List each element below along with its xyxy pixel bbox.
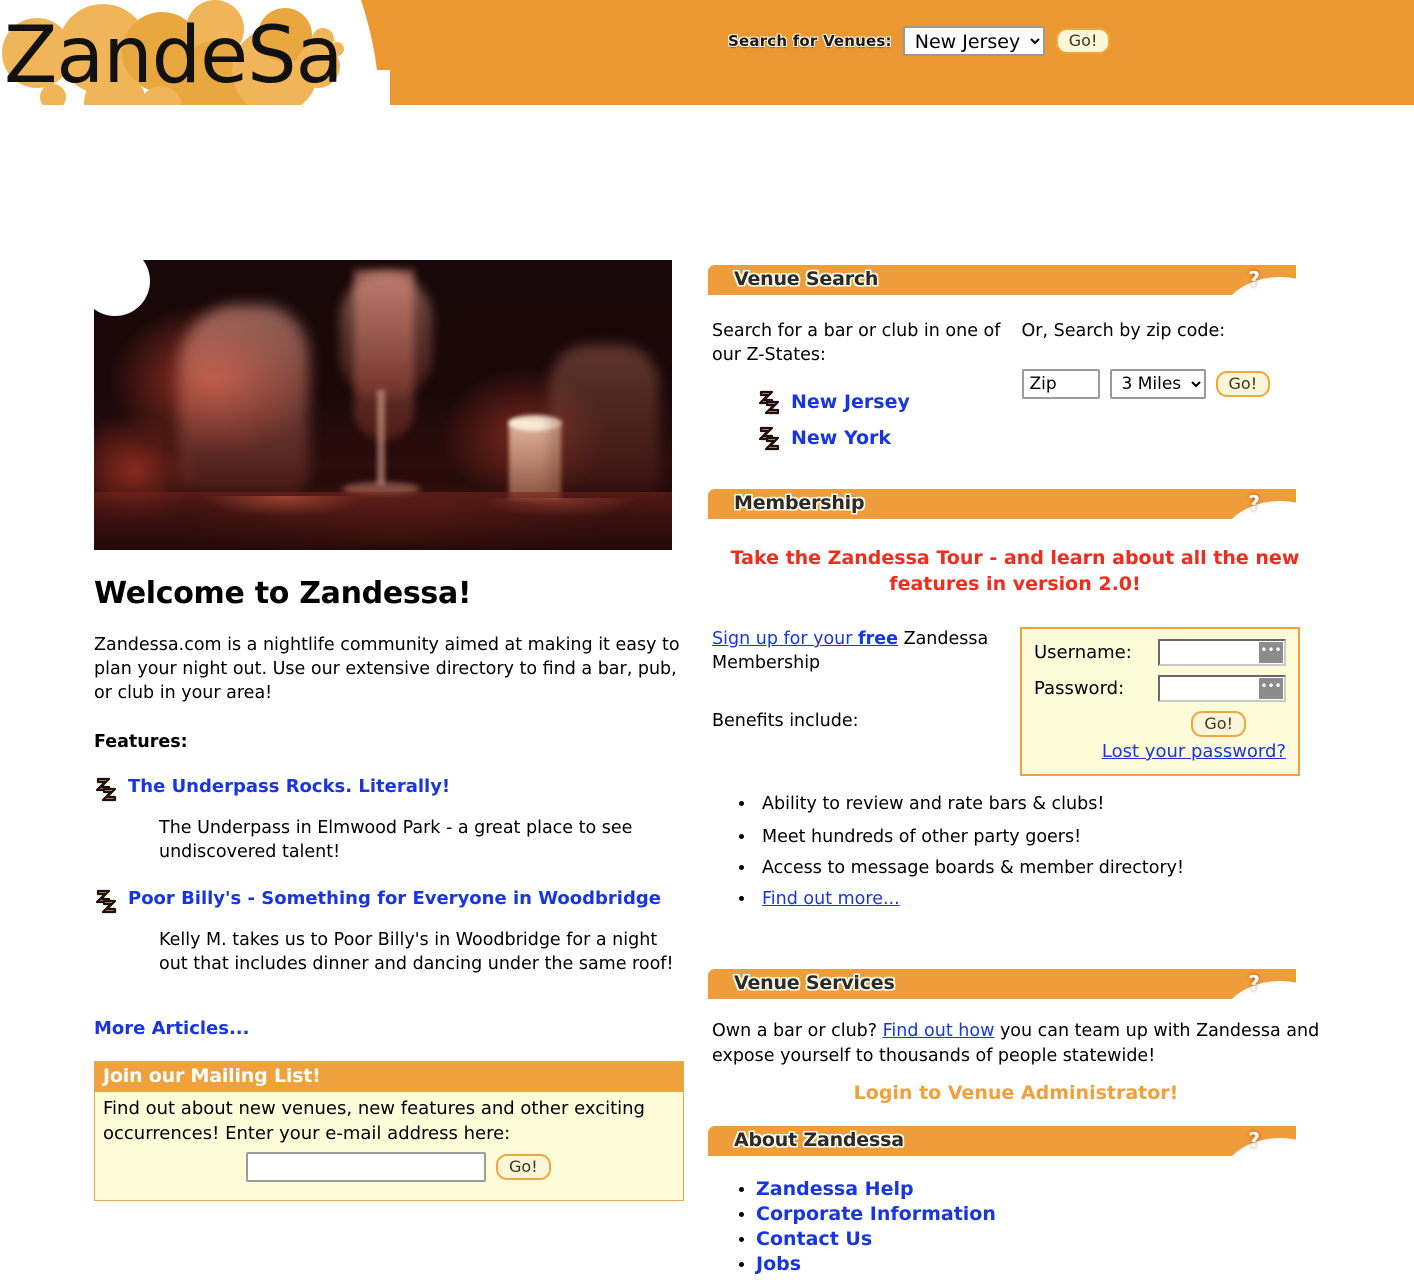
zip-go-button[interactable]: Go! <box>1215 371 1271 397</box>
list-item[interactable]: Find out more... <box>756 887 1320 911</box>
mailing-list-box: Join our Mailing List! Find out about ne… <box>94 1061 684 1201</box>
venue-search-prompt: Search for a bar or club in one of our Z… <box>712 321 1001 365</box>
radius-select[interactable]: 3 Miles <box>1109 369 1206 399</box>
intro-paragraph: Zandessa.com is a nightlife community ai… <box>94 635 680 703</box>
zz-bullet-icon <box>757 389 781 415</box>
header-state-select[interactable]: New Jersey <box>902 26 1045 56</box>
sidebar-column: Venue Search ? Search for a bar or club … <box>708 265 1322 1285</box>
about-link-jobs[interactable]: Jobs <box>756 1253 801 1275</box>
autofill-icon[interactable]: ••• <box>1259 642 1283 663</box>
password-label: Password: <box>1034 678 1125 699</box>
article-title-link[interactable]: The Underpass Rocks. Literally! <box>128 776 450 798</box>
list-item[interactable]: Zandessa Help <box>756 1178 1320 1200</box>
autofill-icon[interactable]: ••• <box>1259 678 1283 699</box>
panel-title: Membership <box>734 492 865 514</box>
list-item: Ability to review and rate bars & clubs! <box>756 792 1320 816</box>
state-link-new-jersey[interactable]: New Jersey <box>791 391 910 413</box>
site-logo[interactable]: ZandeSa <box>0 0 370 105</box>
help-icon[interactable]: ? <box>1248 491 1260 515</box>
zz-bullet-icon <box>94 776 118 802</box>
list-item[interactable]: Corporate Information <box>756 1203 1320 1225</box>
tour-callout[interactable]: Take the Zandessa Tour - and learn about… <box>726 545 1304 597</box>
venue-services-text: Own a bar or club? Find out how you can … <box>712 1021 1320 1066</box>
username-field[interactable]: ••• <box>1158 639 1286 666</box>
panel-header-venue-search: Venue Search ? <box>708 265 1296 295</box>
lost-password-link[interactable]: Lost your password? <box>1034 741 1286 762</box>
hero-photo <box>94 260 672 550</box>
list-item[interactable]: Jobs <box>756 1253 1320 1275</box>
login-box: Username: ••• Password: ••• Go! Lost you… <box>1020 627 1300 776</box>
signup-link[interactable]: Sign up for your free <box>712 629 898 649</box>
zip-search-prompt: Or, Search by zip code: <box>1021 321 1226 341</box>
find-out-more-link[interactable]: Find out more... <box>762 889 900 909</box>
benefits-heading: Benefits include: <box>712 711 859 731</box>
logo-wordmark: ZandeSa <box>4 11 343 101</box>
list-item[interactable]: New Jersey <box>757 389 1006 415</box>
about-link-contact[interactable]: Contact Us <box>756 1228 872 1250</box>
panel-about-zandessa: About Zandessa ? Zandessa Help Corporate… <box>708 1126 1322 1275</box>
panel-venue-services: Venue Services ? Own a bar or club? Find… <box>708 969 1322 1104</box>
help-icon[interactable]: ? <box>1248 971 1260 995</box>
panel-title: Venue Search <box>734 268 879 290</box>
signup-paragraph: Sign up for your free Zandessa Membershi… <box>712 629 989 673</box>
about-link-help[interactable]: Zandessa Help <box>756 1178 914 1200</box>
state-link-new-york[interactable]: New York <box>791 427 891 449</box>
zz-bullet-icon <box>757 425 781 451</box>
benefits-list: Ability to review and rate bars & clubs!… <box>712 792 1320 911</box>
zip-input[interactable] <box>1021 369 1100 399</box>
panel-venue-search: Venue Search ? Search for a bar or club … <box>708 265 1322 461</box>
venue-admin-login-link[interactable]: Login to Venue Administrator! <box>712 1082 1320 1104</box>
password-field[interactable]: ••• <box>1158 675 1286 702</box>
article-item: The Underpass Rocks. Literally! The Unde… <box>94 776 684 864</box>
more-articles-link[interactable]: More Articles... <box>94 1018 250 1039</box>
about-link-corporate[interactable]: Corporate Information <box>756 1203 996 1225</box>
state-list: New Jersey New York <box>757 389 1006 451</box>
article-body: The Underpass in Elmwood Park - a great … <box>159 818 633 862</box>
username-label: Username: <box>1034 642 1132 663</box>
zz-bullet-icon <box>94 888 118 914</box>
article-title-link[interactable]: Poor Billy's - Something for Everyone in… <box>128 888 661 910</box>
article-body: Kelly M. takes us to Poor Billy's in Woo… <box>159 930 674 974</box>
mailing-list-text: Find out about new venues, new features … <box>103 1098 645 1144</box>
panel-title: About Zandessa <box>734 1129 904 1151</box>
help-icon[interactable]: ? <box>1248 1128 1260 1152</box>
panel-header-membership: Membership ? <box>708 489 1296 519</box>
help-icon[interactable]: ? <box>1248 267 1260 291</box>
find-out-how-link[interactable]: Find out how <box>883 1021 995 1041</box>
panel-title: Venue Services <box>734 972 895 994</box>
login-go-button[interactable]: Go! <box>1191 711 1246 737</box>
list-item[interactable]: Contact Us <box>756 1228 1320 1250</box>
list-item[interactable]: New York <box>757 425 1006 451</box>
site-header: ZandeSa Search for Venues: New Jersey Go… <box>0 0 1414 105</box>
list-item: Access to message boards & member direct… <box>756 856 1320 880</box>
article-item: Poor Billy's - Something for Everyone in… <box>94 888 684 976</box>
about-links-list: Zandessa Help Corporate Information Cont… <box>712 1178 1320 1275</box>
panel-header-venue-services: Venue Services ? <box>708 969 1296 999</box>
list-item: Meet hundreds of other party goers! <box>756 825 1320 849</box>
features-heading: Features: <box>94 732 188 752</box>
mailing-go-button[interactable]: Go! <box>496 1154 551 1180</box>
mailing-list-heading: Join our Mailing List! <box>95 1062 683 1092</box>
header-go-button[interactable]: Go! <box>1055 28 1111 54</box>
page-title: Welcome to Zandessa! <box>94 576 472 611</box>
panel-header-about: About Zandessa ? <box>708 1126 1296 1156</box>
main-content-column: Welcome to Zandessa! Zandessa.com is a n… <box>94 260 684 1201</box>
header-search-label: Search for Venues: <box>728 32 892 50</box>
mailing-email-input[interactable] <box>246 1152 486 1182</box>
header-search-bar: Search for Venues: New Jersey Go! <box>728 26 1111 56</box>
panel-membership: Membership ? Take the Zandessa Tour - an… <box>708 489 1322 911</box>
